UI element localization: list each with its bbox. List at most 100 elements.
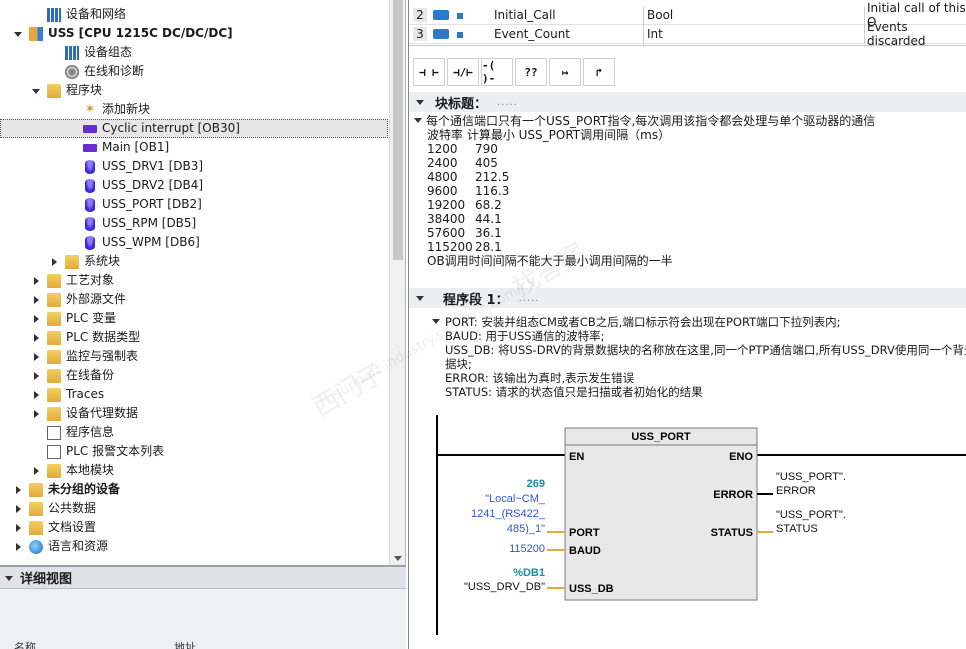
tree-item[interactable]: PLC 数据类型	[0, 328, 388, 347]
tree-item[interactable]: 公共数据	[0, 499, 388, 518]
tree-item[interactable]: USS [CPU 1215C DC/DC/DC]	[0, 24, 388, 43]
tree-item[interactable]: 外部源文件	[0, 290, 388, 309]
open-branch-button[interactable]: ↦	[549, 58, 581, 86]
db-icon	[85, 178, 95, 193]
tree-item[interactable]: Traces	[0, 385, 388, 404]
tree-item-label: 在线和诊断	[84, 64, 145, 78]
tree-item[interactable]: Cyclic interrupt [OB30]	[0, 119, 388, 138]
collapse-arrow-icon[interactable]	[31, 333, 41, 343]
expand-arrow-icon[interactable]	[13, 29, 23, 39]
tree-item-label: Cyclic interrupt [OB30]	[102, 121, 240, 135]
tree-item[interactable]: USS_DRV2 [DB4]	[0, 176, 388, 195]
collapse-arrow-icon[interactable]	[31, 352, 41, 362]
tree-item[interactable]: ✶ 添加新块	[0, 100, 388, 119]
tree-item[interactable]: 设备代理数据	[0, 404, 388, 423]
details-toggle-icon[interactable]	[4, 573, 14, 583]
network-comment[interactable]: PORT: 安装并组态CM或者CB之后,端口标示符会出现在PORT端口下拉列表内…	[431, 315, 966, 399]
network-title-placeholder[interactable]: .....	[519, 293, 540, 304]
collapse-arrow-icon[interactable]	[13, 542, 23, 552]
details-col-name[interactable]: 名称	[14, 639, 36, 649]
coil-button[interactable]: -( )-	[481, 58, 513, 86]
status-output-line2[interactable]: STATUS	[776, 523, 818, 535]
variable-type[interactable]: Int	[647, 27, 663, 41]
tree-item[interactable]: 设备和网络	[0, 5, 388, 24]
tree-item[interactable]: USS_PORT [DB2]	[0, 195, 388, 214]
tree-scrollbar[interactable]	[389, 0, 405, 565]
tree-item[interactable]: 在线和诊断	[0, 62, 388, 81]
coil-icon: -( )-	[482, 59, 496, 85]
tree-item[interactable]: Main [OB1]	[0, 138, 388, 157]
error-output-line2[interactable]: ERROR	[776, 485, 816, 497]
network-toggle-icon[interactable]	[415, 293, 425, 303]
tree-item-label: USS [CPU 1215C DC/DC/DC]	[48, 26, 233, 40]
tree-item[interactable]: 未分组的设备	[0, 480, 388, 499]
tree-item[interactable]: 设备组态	[0, 43, 388, 62]
port-param-line2[interactable]: 1241_(RS422_	[471, 508, 546, 520]
network-comment-toggle-icon[interactable]	[431, 316, 441, 326]
tree-item[interactable]: 在线备份	[0, 366, 388, 385]
port-constant[interactable]: 269	[527, 478, 545, 490]
variable-type[interactable]: Bool	[647, 8, 673, 22]
collapse-arrow-icon[interactable]	[31, 466, 41, 476]
collapse-arrow-icon[interactable]	[13, 523, 23, 533]
empty-box-button[interactable]: ??	[515, 58, 547, 86]
tree-item[interactable]: 本地模块	[0, 461, 388, 480]
collapse-arrow-icon[interactable]	[31, 314, 41, 324]
collapse-arrow-icon[interactable]	[49, 257, 59, 267]
tree-item[interactable]: 程序块	[0, 81, 388, 100]
collapse-arrow-icon[interactable]	[31, 409, 41, 419]
baud-value[interactable]: 115200	[509, 543, 545, 555]
tree-item[interactable]: PLC 报警文本列表	[0, 442, 388, 461]
variable-name[interactable]: Initial_Call	[494, 8, 556, 22]
tree-item-label: USS_PORT [DB2]	[102, 197, 202, 211]
block-comment[interactable]: 每个通信端口只有一个USS_PORT指令,每次调用该指令都会处理与单个驱动器的通…	[413, 114, 963, 268]
block-title-toggle-icon[interactable]	[415, 97, 425, 107]
interface-row[interactable]: 3 Event_Count Int Events discarded	[409, 20, 966, 48]
collapse-arrow-icon[interactable]	[31, 276, 41, 286]
normally-closed-contact-button[interactable]: ⊣/⊢	[447, 58, 479, 86]
network-title-bar[interactable]: 程序段 1： .....	[409, 288, 966, 308]
comment-toggle-icon[interactable]	[413, 115, 423, 125]
tree-item-label: USS_WPM [DB6]	[102, 235, 200, 249]
port-param-line3[interactable]: 485)_1"	[507, 523, 545, 535]
tree-item[interactable]: 程序信息	[0, 423, 388, 442]
box-title[interactable]: USS_PORT	[631, 431, 691, 443]
tree-item[interactable]: 监控与强制表	[0, 347, 388, 366]
call-interval: 405	[475, 156, 498, 170]
variable-comment[interactable]: Events discarded	[867, 20, 966, 48]
tree-item[interactable]: 语言和资源	[0, 537, 388, 556]
tree-item-label: 设备代理数据	[66, 406, 139, 420]
tree-item[interactable]: USS_RPM [DB5]	[0, 214, 388, 233]
port-param-line1[interactable]: "Local~CM_	[485, 493, 546, 505]
close-branch-button[interactable]: ↱	[583, 58, 615, 86]
status-output-line1[interactable]: "USS_PORT".	[776, 509, 846, 521]
tree-item[interactable]: 系统块	[0, 252, 388, 271]
variable-name[interactable]: Event_Count	[494, 27, 570, 41]
folder-icon	[47, 368, 61, 383]
tree-item[interactable]: 工艺对象	[0, 271, 388, 290]
tree-item-label: 在线备份	[66, 368, 115, 382]
scrollbar-thumb[interactable]	[393, 0, 403, 260]
comment-line: 每个通信端口只有一个USS_PORT指令,每次调用该指令都会处理与单个驱动器的通…	[413, 114, 963, 128]
normally-open-contact-button[interactable]: ⊣ ⊢	[413, 58, 445, 86]
tree-item[interactable]: USS_DRV1 [DB3]	[0, 157, 388, 176]
error-output-line1[interactable]: "USS_PORT".	[776, 471, 846, 483]
db-reference[interactable]: %DB1	[513, 567, 545, 579]
block-title-bar[interactable]: 块标题： .....	[409, 92, 966, 112]
collapse-arrow-icon[interactable]	[31, 390, 41, 400]
scroll-down-icon[interactable]	[394, 556, 402, 561]
tree-item[interactable]: USS_WPM [DB6]	[0, 233, 388, 252]
expand-arrow-icon[interactable]	[31, 86, 41, 96]
db-name[interactable]: "USS_DRV_DB"	[464, 581, 545, 593]
tree-item[interactable]: PLC 变量	[0, 309, 388, 328]
collapse-arrow-icon[interactable]	[13, 504, 23, 514]
collapse-arrow-icon[interactable]	[13, 485, 23, 495]
block-title-placeholder[interactable]: .....	[497, 97, 518, 108]
details-col-address[interactable]: 地址	[174, 639, 196, 649]
tree-item[interactable]: 文档设置	[0, 518, 388, 537]
collapse-arrow-icon[interactable]	[31, 295, 41, 305]
details-view-header[interactable]: 详细视图	[0, 567, 406, 589]
tree-item-label: USS_DRV2 [DB4]	[102, 178, 204, 192]
collapse-arrow-icon[interactable]	[31, 371, 41, 381]
